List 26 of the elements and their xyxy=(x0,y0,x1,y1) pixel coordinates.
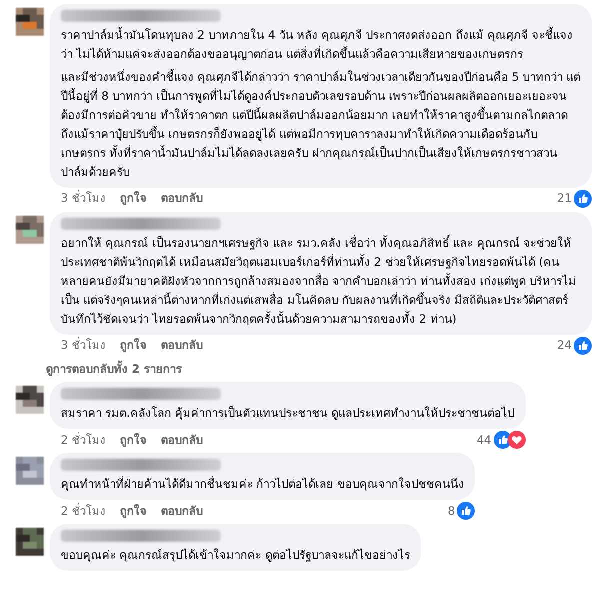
timestamp: 3 ชั่วโมง xyxy=(61,337,106,354)
like-link[interactable]: ถูกใจ xyxy=(120,432,147,449)
thumbs-up-icon xyxy=(574,337,592,355)
comment-text: ขอบคุณค่ะ คุณกรณ์สรุปได้เข้าใจมากค่ะ ดูต่อไปรัฐบาลจะแก้ไขอย่างไร xyxy=(61,547,410,564)
timestamp: 2 ชั่วโมง xyxy=(61,432,106,449)
reaction-count: 21 xyxy=(557,190,572,208)
thumbs-up-icon xyxy=(574,190,592,208)
reaction-count: 24 xyxy=(557,337,572,354)
like-link[interactable]: ถูกใจ xyxy=(120,190,147,208)
timestamp: 2 ชั่วโมง xyxy=(61,502,106,520)
reply-link[interactable]: ตอบกลับ xyxy=(160,337,203,355)
comment-text: และมีช่วงหนึ่งของคำชี้แจง คุณศุภจีได้กล่าวว่า ราคาปาล์มในช่วงเวลาเดียวกันของปีก่อนคือ 5 บาทกว่า แต่ปีนี้อยู่ที่ 8 บาทกว่า เป็นการพูดที่ไม่ได้ดูองค์ประกอบตัวเลขรอบด้าน เพราะปีก่อนผลผลิตออกเยอะเยอะจนต้องมีการต่อคิวขาย ทำให้ราคาตก แต่ปีนี้ผลผลิตปาล์มออกน้อยมาก เลยทำให้ราคาสูงขึ้นตามกลไกตลาด ถึงแม้ราคาปุ๋ยปรับขึ้น เกษตรกรก็ยังพออยู่ได้ แต่พอมีการทุบคาราลงมาทำให้เกิดความเดือดร้อนกับเกษตรกร ทั้งที่ราคาน้ำมันปาล์มไม่ได้ลดลงเลยครับ ฝากคุณกรณ์เป็นปากเป็นเสียงให้เกษตรกรชาวสวนปาล์มด้วยครับ xyxy=(61,68,581,181)
comment-text: คุณทำหน้าที่ฝ่ายค้านได้ดีมากชื่นชมค่ะ ก้าวไปต่อได้เลย ขอบคุณจากใจปชชคนนึง xyxy=(61,475,464,494)
reply-link[interactable]: ตอบกลับ xyxy=(160,190,203,208)
comment-text: อยากให้ คุณกรณ์ เป็นรองนายกฯเศรษฐกิจ และ รมว.คลัง เชื่อว่า ทั้งคุณอภิสิทธิ์ และ คุณกรณ์ จะช่วยให้ประเทศชาติพ้นวิกฤตได้ เหมือนสมัยวิฤตแฮมเบอร์เกอร์ที่ท่านทั้ง 2 ช่วยให้เศรษฐกิจไทยรอดพ้นได้ (คนหลายคนยังมีมายาคติฝังหัวจากการถูกล้างสมองจากสื่อ จากคำบอกเล่าว่า ท่านทั้งสอง เก่งแต่พูด บริหารไม่เป็น แต่จริงๆคนเหล่านี้ต่างหากที่เก่งแต่เสพสื่อ มโนคิดลบ กับผลงานที่เกิดขึ้นจริง มีสถิติและประวัติศาสตร์บันทึกไว้ชัดเจนว่า ไทยรอดพ้นจากวิกฤตครั้งนั้นด้วยความสามารถของทั้ง 2 ท่าน) xyxy=(61,234,578,328)
thumbs-up-icon xyxy=(457,502,476,520)
like-link[interactable]: ถูกใจ xyxy=(120,502,147,520)
reply-link[interactable]: ตอบกลับ xyxy=(160,502,203,520)
comment-text: ราคาปาล์มน้ำมันโดนทุบลง 2 บาทภายใน 4 วัน หลัง คุณศุภจี ประกาศงดส่งออก ถึงแม้ คุณศุภจี จะชี้แจงว่า ไม่ได้ห้ามแค่จะส่งออกต้องขออนุญาตก่อน แต่สิ่งที่เกิดขึ้นแล้วคือความเสียหายของเกษตรกร xyxy=(61,26,574,63)
reaction-count: 44 xyxy=(476,432,492,449)
like-link[interactable]: ถูกใจ xyxy=(120,337,147,355)
timestamp: 3 ชั่วโมง xyxy=(61,190,106,208)
reply-link[interactable]: ตอบกลับ xyxy=(160,432,203,449)
reaction-count: 8 xyxy=(448,502,456,520)
comment-text: สมราคา รมต.คลังโลก คุ้มค่าการเป็นตัวแทนประชาชน ดูแลประเทศทำงานให้ประชาชนต่อไป xyxy=(61,404,515,422)
view-replies-link[interactable]: ดูการตอบกลับทั้ง 2 รายการ xyxy=(46,355,182,378)
